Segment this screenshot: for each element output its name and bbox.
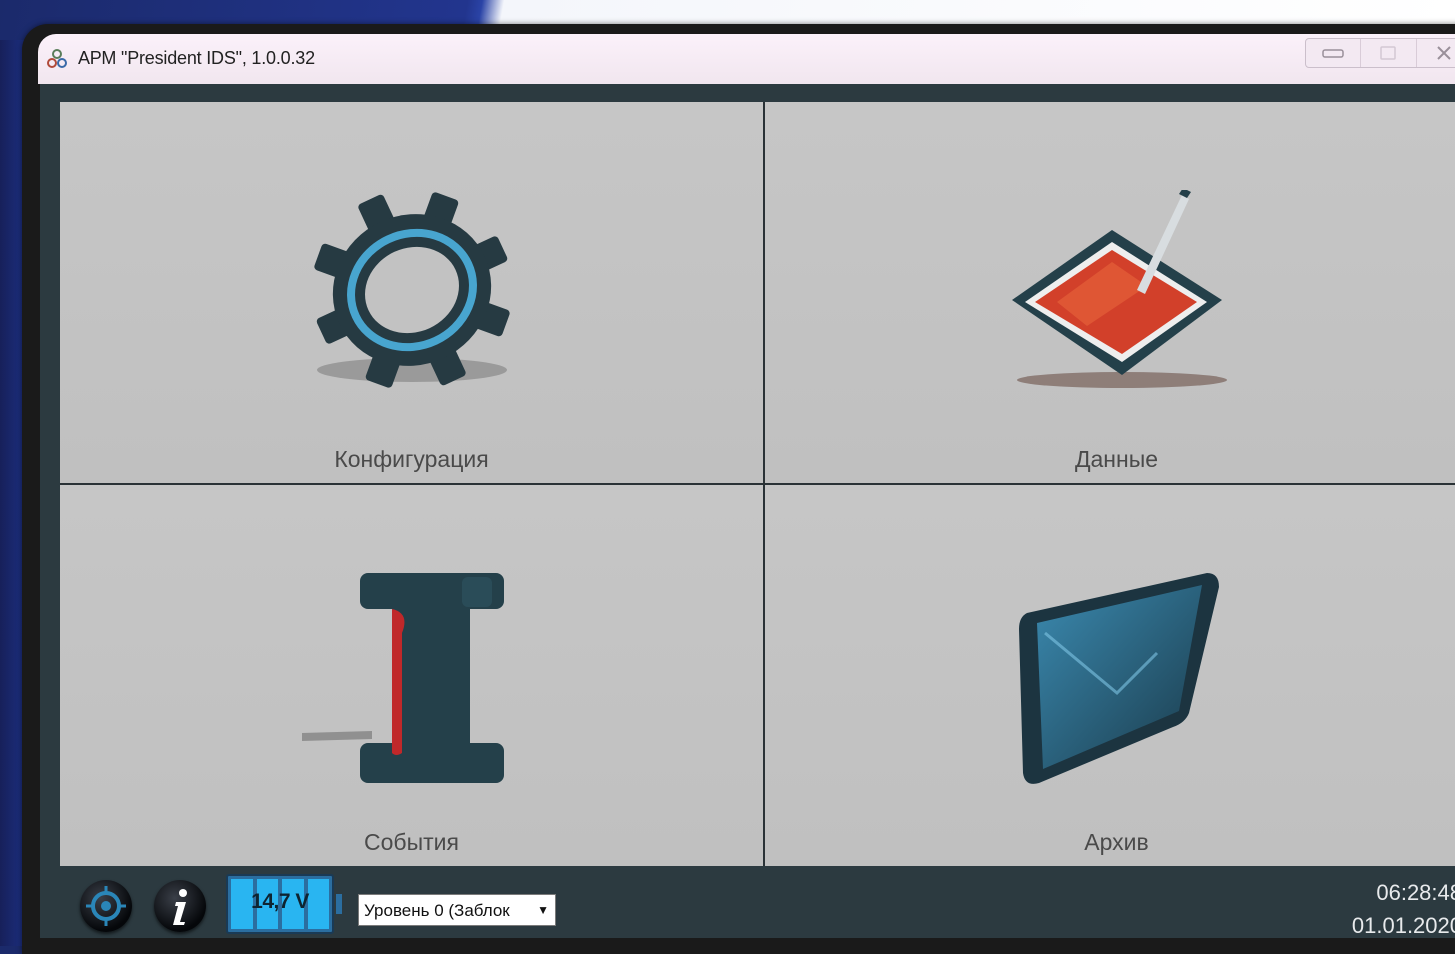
events-icon: [301, 573, 504, 783]
clock-date: 01.01.2020: [1351, 913, 1455, 938]
info-button[interactable]: [154, 880, 206, 932]
chevron-down-icon: ▼: [537, 903, 549, 917]
maximize-icon: [1380, 46, 1397, 60]
tile-label: Конфигурация: [334, 446, 489, 472]
window-controls: [1305, 38, 1455, 68]
tile-archive[interactable]: Архив: [765, 485, 1455, 866]
tile-configuration[interactable]: Конфигурация: [60, 102, 763, 483]
tile-label: Данные: [1074, 446, 1159, 472]
battery-tip: [336, 894, 342, 914]
tile-data[interactable]: Данные: [765, 102, 1455, 483]
access-level-select[interactable]: Уровень 0 (Заблок ▼: [358, 894, 556, 926]
connection-icon: [86, 886, 126, 926]
tile-events[interactable]: События: [60, 485, 763, 866]
client-area: Конфигурация Данные События Архив 14,7 V…: [40, 84, 1455, 938]
tablet-pen-icon: [1011, 190, 1227, 388]
info-icon: [173, 889, 187, 925]
battery-voltage: 14,7 V: [251, 890, 309, 913]
main-menu-grid: Конфигурация Данные События Архив: [60, 102, 1455, 866]
minimize-icon: [1322, 49, 1344, 58]
minimize-button[interactable]: [1306, 39, 1362, 67]
window-title: АРМ "President IDS", 1.0.0.32: [78, 48, 315, 68]
close-button[interactable]: [1417, 39, 1455, 67]
access-level-value: Уровень 0 (Заблок: [364, 901, 510, 920]
tile-label: Архив: [1084, 829, 1149, 855]
app-logo-icon: [47, 49, 67, 68]
maximize-button[interactable]: [1361, 39, 1417, 67]
status-bar: 14,7 V Уровень 0 (Заблок ▼ 06:28:48 01.0…: [40, 872, 1455, 938]
clock: 06:28:48 01.01.2020: [1352, 876, 1455, 942]
close-icon: [1437, 46, 1451, 60]
tile-label: События: [364, 829, 459, 855]
app-window: АРМ "President IDS", 1.0.0.32 Конфигурац…: [22, 24, 1455, 954]
archive-icon: [1018, 573, 1219, 784]
clock-time: 06:28:48: [1376, 880, 1455, 905]
gear-icon: [313, 192, 510, 388]
connection-button[interactable]: [80, 880, 132, 932]
title-bar[interactable]: АРМ "President IDS", 1.0.0.32: [38, 34, 1455, 84]
